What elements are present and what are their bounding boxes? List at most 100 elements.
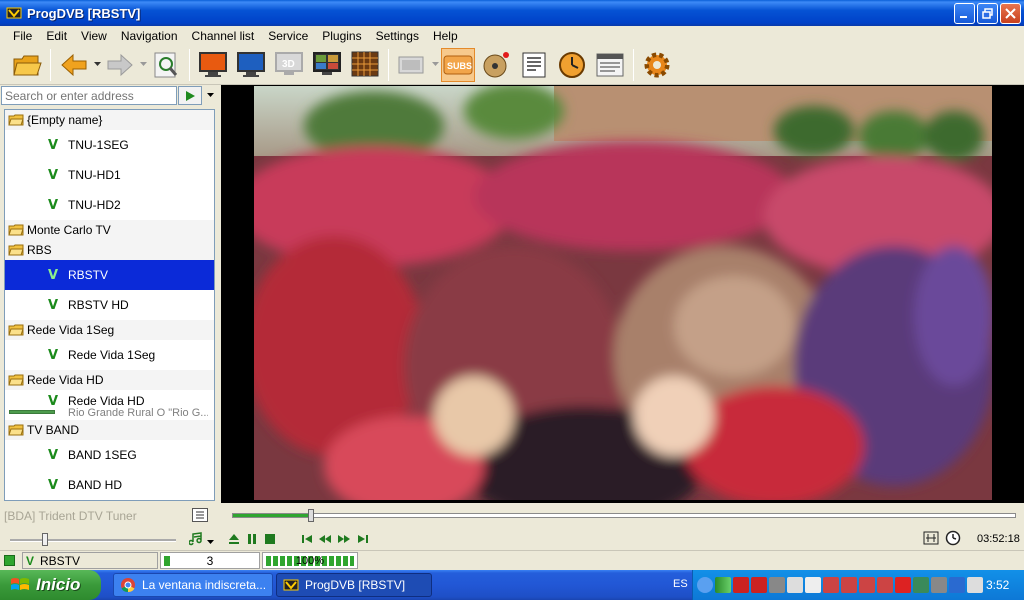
channel-item[interactable]: V BAND 1SEG (5, 440, 214, 470)
taskbar-item-label: La ventana indiscreta... (142, 578, 267, 592)
grid-icon (351, 51, 379, 76)
menu-plugins[interactable]: Plugins (315, 29, 368, 43)
lav-video-icon[interactable] (751, 577, 767, 593)
channel-item[interactable]: V BAND HD (5, 470, 214, 500)
volume-tray-icon[interactable] (967, 577, 983, 593)
rewind-icon (319, 535, 331, 543)
restore-button[interactable] (977, 3, 998, 24)
teletext-button[interactable] (593, 48, 627, 82)
folder-icon (8, 324, 24, 336)
signal-value: 100% (295, 554, 325, 567)
aspect-button[interactable] (923, 530, 939, 546)
timer-button[interactable] (555, 48, 589, 82)
channel-item[interactable]: V TNU-HD2 (5, 190, 214, 220)
channel-item[interactable]: V RBSTV (5, 260, 214, 290)
back-button[interactable] (57, 48, 91, 82)
chevron-down-icon (139, 62, 147, 66)
search-dropdown[interactable] (204, 86, 216, 105)
tuner-list-button[interactable] (192, 508, 208, 522)
channel-item[interactable]: V TNU-HD1 (5, 160, 214, 190)
skip-back-icon (302, 535, 312, 543)
channel-item[interactable]: V TNU-1SEG (5, 130, 214, 160)
volume-thumb[interactable] (41, 533, 48, 546)
record-button[interactable] (479, 48, 513, 82)
channel-name: BAND 1SEG (68, 448, 137, 462)
seek-bar[interactable] (232, 509, 1016, 522)
fast-forward-button[interactable] (336, 531, 352, 547)
info-button[interactable] (517, 48, 551, 82)
channel-group[interactable]: {Empty name} (5, 110, 214, 130)
menu-view[interactable]: View (74, 29, 114, 43)
menu-settings[interactable]: Settings (369, 29, 426, 43)
mic-tray-icon[interactable] (931, 577, 947, 593)
grid-button[interactable] (348, 48, 382, 82)
close-button[interactable] (1000, 3, 1021, 24)
timer-icon (559, 51, 585, 78)
forward-button[interactable] (103, 48, 137, 82)
epg-dropdown[interactable] (431, 48, 439, 82)
folder-icon (8, 224, 24, 236)
mosaic-button[interactable] (310, 48, 344, 82)
signal-tray-icon[interactable] (715, 577, 731, 593)
security-tray-icon[interactable] (913, 577, 929, 593)
go-button[interactable] (178, 86, 202, 105)
network-tray-icon[interactable] (841, 577, 857, 593)
skip-start-button[interactable] (299, 531, 315, 547)
network-tray-icon[interactable] (805, 577, 821, 593)
subtitles-button[interactable]: SUBS (441, 47, 475, 82)
back-dropdown[interactable] (93, 48, 101, 82)
channel-group[interactable]: Rede Vida HD (5, 370, 214, 390)
audio-dropdown[interactable] (205, 534, 215, 550)
start-button[interactable]: Inicio (0, 570, 101, 600)
minimize-button[interactable] (954, 3, 975, 24)
menu-service[interactable]: Service (261, 29, 315, 43)
close-tray-icon[interactable] (895, 577, 911, 593)
rewind-button[interactable] (317, 531, 333, 547)
lav-audio-icon[interactable] (733, 577, 749, 593)
menu-channel-list[interactable]: Channel list (185, 29, 262, 43)
channel-group[interactable]: RBS (5, 240, 214, 260)
display-tray-icon[interactable] (949, 577, 965, 593)
open-button[interactable] (10, 48, 44, 82)
channel-group[interactable]: TV BAND (5, 420, 214, 440)
scan-button[interactable] (149, 48, 183, 82)
audio-track-button[interactable] (188, 531, 204, 547)
title-bar: ProgDVB [RBSTV] (0, 0, 1024, 26)
network-tray-icon[interactable] (859, 577, 875, 593)
channel-item[interactable]: V Rede Vida HD Rio Grande Rural O "Rio G..… (5, 390, 214, 420)
channel-group[interactable]: Rede Vida 1Seg (5, 320, 214, 340)
menu-help[interactable]: Help (426, 29, 465, 43)
epg-button[interactable] (395, 48, 429, 82)
menu-edit[interactable]: Edit (39, 29, 74, 43)
eject-button[interactable] (226, 531, 242, 547)
skip-end-button[interactable] (355, 531, 371, 547)
network-tray-icon[interactable] (877, 577, 893, 593)
pause-button[interactable] (244, 531, 260, 547)
search-input[interactable] (1, 86, 177, 105)
seek-thumb[interactable] (308, 509, 315, 522)
volume-slider[interactable] (10, 533, 176, 546)
tray-expand-icon[interactable] (697, 577, 713, 593)
taskbar: Inicio La ventana indiscreta... ProgDVB … (0, 570, 1024, 600)
menu-file[interactable]: File (6, 29, 39, 43)
language-indicator[interactable]: ES (673, 578, 688, 590)
tv-button[interactable] (234, 48, 268, 82)
network-tray-icon[interactable] (823, 577, 839, 593)
channel-group[interactable]: Monte Carlo TV (5, 220, 214, 240)
channel-item[interactable]: V RBSTV HD (5, 290, 214, 320)
close-icon (1005, 8, 1016, 19)
3d-button[interactable]: 3D (272, 48, 306, 82)
fullscreen-button[interactable] (196, 48, 230, 82)
settings-button[interactable] (640, 48, 674, 82)
stop-button[interactable] (262, 531, 278, 547)
taskbar-item-browser[interactable]: La ventana indiscreta... (113, 573, 273, 597)
forward-dropdown[interactable] (139, 48, 147, 82)
channel-item[interactable]: V Rede Vida 1Seg (5, 340, 214, 370)
channel-name: TNU-HD2 (68, 198, 121, 212)
monitor-tray-icon[interactable] (769, 577, 785, 593)
clock-button[interactable] (945, 530, 961, 546)
taskbar-item-progdvb[interactable]: ProgDVB [RBSTV] (276, 573, 432, 597)
video-area[interactable] (221, 85, 1024, 503)
audio-tray-icon[interactable] (787, 577, 803, 593)
menu-navigation[interactable]: Navigation (114, 29, 185, 43)
